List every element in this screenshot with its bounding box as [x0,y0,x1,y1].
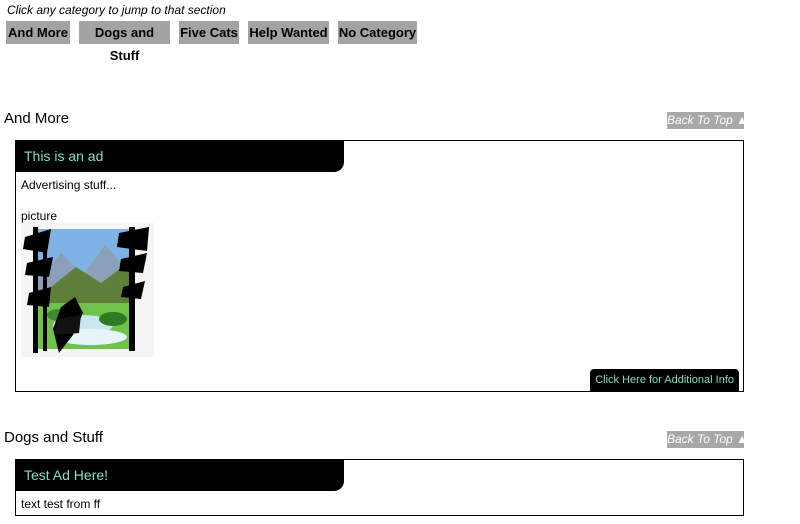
category-button-no-category[interactable]: No Category [338,21,417,44]
ad-picture-label: picture [21,209,58,223]
ad-box: Test Ad Here! text test from ff [15,459,744,516]
additional-info-button[interactable]: Click Here for Additional Info [590,369,739,391]
section-title-and-more: And More [4,110,70,127]
category-instructions: Click any category to jump to that secti… [7,3,226,17]
ad-headline: Test Ad Here! [16,460,344,491]
ad-body-text: text test from ff [21,497,101,511]
back-to-top-button[interactable]: Back To Top ▲ [667,431,748,448]
ad-headline: This is an ad [16,141,344,172]
section-title-dogs-and-stuff: Dogs and Stuff [4,429,103,446]
ad-box: This is an ad Advertising stuff... pictu… [15,140,744,392]
forest-picture [21,223,154,357]
back-to-top-button[interactable]: Back To Top ▲ [667,112,748,129]
ad-body-text: Advertising stuff... [21,178,117,192]
category-button-dogs-and-stuff[interactable]: Dogs and Stuff [79,21,170,63]
category-button-five-cats[interactable]: Five Cats [179,21,239,44]
category-button-and-more[interactable]: And More [6,21,70,44]
category-button-help-wanted[interactable]: Help Wanted [248,21,329,44]
